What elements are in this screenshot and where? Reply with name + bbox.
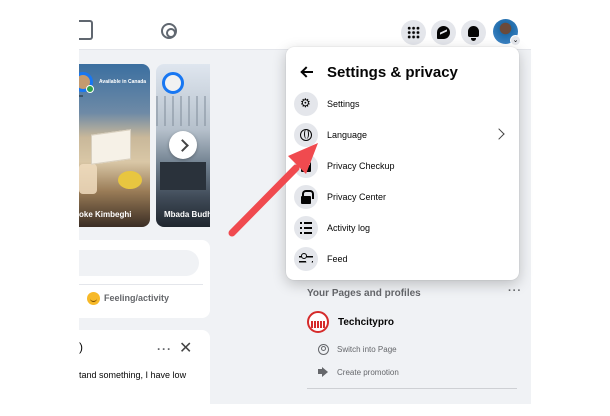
page-item[interactable]: Techcitypro: [307, 311, 394, 333]
messenger-icon: [437, 26, 450, 39]
settings-privacy-dropdown: Settings & privacy Settings Language Pri…: [286, 47, 519, 280]
messenger-button[interactable]: [431, 20, 456, 45]
stories-next-button[interactable]: [169, 131, 197, 159]
story-image-box: [91, 129, 131, 165]
feeling-activity-button[interactable]: Feeling/activity: [87, 292, 169, 305]
story-image-lemon: [118, 171, 142, 189]
notifications-button[interactable]: [461, 20, 486, 45]
story-badge: Available in Canada: [99, 79, 147, 85]
post-text: tand something, I have low: [79, 370, 187, 380]
gear-icon: [294, 92, 318, 116]
smiley-icon: [87, 292, 100, 305]
feeling-activity-label: Feeling/activity: [104, 292, 170, 303]
grid-menu-icon: [407, 26, 420, 39]
close-icon[interactable]: ✕: [179, 338, 192, 358]
story-author-name: Mbada Budh: [164, 210, 210, 219]
stories-strip: Available in Canada oke Kimbeghi Mbada B…: [79, 64, 210, 229]
lock-check-icon: [294, 154, 318, 178]
feed-post: ) ··· ✕ tand something, I have low: [79, 330, 210, 404]
chevron-right-icon: [493, 128, 505, 140]
switch-into-page-label: Switch into Page: [337, 344, 397, 354]
menu-item-label: Feed: [327, 254, 348, 264]
story-image-desk: [160, 162, 206, 190]
menu-item-label: Privacy Center: [327, 192, 387, 202]
create-promotion-label: Create promotion: [337, 367, 399, 377]
switch-profile-icon: [317, 343, 329, 355]
marketplace-icon[interactable]: [79, 20, 93, 40]
menu-item-label: Activity log: [327, 223, 371, 233]
page-name: Techcitypro: [338, 316, 394, 328]
story-card[interactable]: Available in Canada oke Kimbeghi: [79, 64, 150, 227]
whats-on-your-mind-input[interactable]: [79, 250, 199, 276]
menu-item-feed[interactable]: Feed: [294, 245, 511, 273]
menu-item-label: Language: [327, 130, 368, 140]
post-composer: Feeling/activity: [79, 240, 210, 318]
online-status-icon: [86, 85, 94, 93]
pages-heading: Your Pages and profiles: [307, 288, 421, 299]
more-options-icon[interactable]: ···: [157, 342, 172, 356]
switch-into-page-link[interactable]: Switch into Page: [317, 342, 397, 356]
composer-divider: [79, 284, 203, 285]
more-options-icon[interactable]: ···: [508, 285, 522, 297]
story-avatar: [162, 72, 184, 94]
section-divider: [307, 388, 517, 389]
post-author-fragment: ): [79, 340, 83, 354]
lock-icon: [294, 185, 318, 209]
menu-item-language[interactable]: Language: [294, 121, 511, 149]
globe-icon: [294, 123, 318, 147]
page-avatar: [307, 311, 329, 333]
megaphone-icon: [317, 366, 329, 378]
dropdown-title: Settings & privacy: [327, 63, 458, 81]
pages-and-profiles-section: Your Pages and profiles ··· Techcitypro …: [296, 283, 524, 404]
sliders-icon: [294, 247, 318, 271]
bell-icon: [468, 26, 479, 41]
dropdown-header: Settings & privacy: [300, 61, 458, 83]
account-avatar[interactable]: ⌄: [493, 19, 521, 46]
groups-icon[interactable]: [161, 23, 177, 39]
menu-item-label: Privacy Checkup: [327, 161, 395, 171]
menu-item-settings[interactable]: Settings: [294, 90, 511, 118]
create-promotion-link[interactable]: Create promotion: [317, 365, 399, 379]
menu-item-privacy-checkup[interactable]: Privacy Checkup: [294, 152, 511, 180]
story-image-glass: [79, 164, 97, 194]
story-author-name: oke Kimbeghi: [79, 210, 132, 219]
menu-item-activity-log[interactable]: Activity log: [294, 214, 511, 242]
menu-item-privacy-center[interactable]: Privacy Center: [294, 183, 511, 211]
story-image-ceiling: [156, 96, 210, 126]
story-avatar: [79, 72, 94, 93]
back-arrow-icon[interactable]: [300, 65, 314, 79]
chevron-down-icon: ⌄: [510, 35, 521, 46]
menu-item-label: Settings: [327, 99, 360, 109]
story-caption-logo: [79, 95, 83, 97]
top-navigation-bar: ⌄: [79, 12, 531, 50]
list-icon: [294, 216, 318, 240]
menu-button[interactable]: [401, 20, 426, 45]
